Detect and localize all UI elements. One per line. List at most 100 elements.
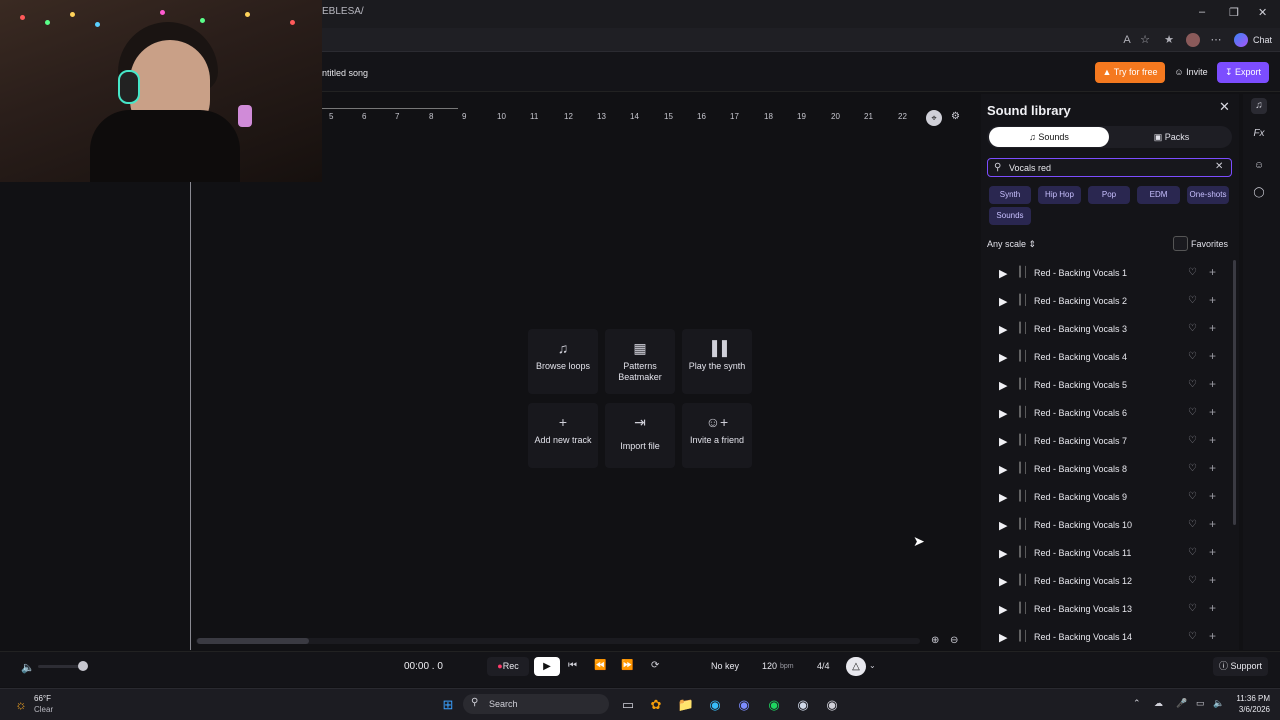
sound-list-item[interactable]: ▶ ┃│ Red - Backing Vocals 1 ♡ +	[991, 262, 1227, 286]
start-tile[interactable]: ▐▐ Play the synth	[682, 329, 752, 394]
ruler-bar-number[interactable]: 7	[395, 112, 399, 121]
sound-list-item[interactable]: ▶ ┃│ Red - Backing Vocals 3 ♡ +	[991, 318, 1227, 342]
sound-list-item[interactable]: ▶ ┃│ Red - Backing Vocals 4 ♡ +	[991, 346, 1227, 370]
playhead[interactable]	[190, 181, 191, 650]
ruler-bar-number[interactable]: 5	[329, 112, 333, 121]
genre-chip[interactable]: EDM	[1137, 186, 1180, 204]
heart-icon[interactable]: ♡	[1188, 379, 1197, 390]
task-view-icon[interactable]: ▭	[619, 696, 637, 714]
heart-icon[interactable]: ♡	[1188, 603, 1197, 614]
sound-list-item[interactable]: ▶ ┃│ Red - Backing Vocals 9 ♡ +	[991, 486, 1227, 510]
loop-icon[interactable]: ⟳	[651, 660, 659, 671]
zoom-in-icon[interactable]: ⊕	[931, 635, 939, 646]
ruler-bar-number[interactable]: 17	[730, 112, 739, 121]
heart-icon[interactable]: ♡	[1188, 491, 1197, 502]
tray-chevron-icon[interactable]: ⌃	[1133, 698, 1141, 709]
tab-packs[interactable]: ▣ Packs	[1113, 127, 1230, 147]
start-tile[interactable]: ☺+ Invite a friend	[682, 403, 752, 468]
file-explorer-icon[interactable]: 📁	[677, 696, 695, 714]
fx-icon[interactable]: Fx	[1251, 126, 1267, 142]
clear-search-icon[interactable]: ✕	[1215, 161, 1223, 172]
song-title[interactable]: ntitled song	[322, 68, 368, 78]
search-value[interactable]: Vocals red	[1009, 163, 1051, 173]
try-for-free-button[interactable]: ▲ Try for free	[1095, 62, 1165, 83]
clock-time[interactable]: 11:36 PM	[1230, 694, 1270, 703]
scale-select[interactable]: Any scale ⇕	[987, 239, 1036, 250]
export-button[interactable]: ↧ Export	[1217, 62, 1269, 83]
support-button[interactable]: ⓘ Support	[1213, 657, 1268, 676]
heart-icon[interactable]: ♡	[1188, 323, 1197, 334]
chevron-down-icon[interactable]: ⌄	[869, 661, 876, 670]
play-icon[interactable]: ▶	[999, 435, 1007, 448]
sound-list-item[interactable]: ▶ ┃│ Red - Backing Vocals 6 ♡ +	[991, 402, 1227, 426]
zoom-out-icon[interactable]: ⊖	[950, 635, 958, 646]
microphone-icon[interactable]: 🎤	[1176, 698, 1187, 709]
obs-icon[interactable]: ◉	[823, 696, 841, 714]
sound-list-item[interactable]: ▶ ┃│ Red - Backing Vocals 13 ♡ +	[991, 598, 1227, 622]
add-icon[interactable]: +	[1209, 405, 1216, 419]
play-button[interactable]: ▶	[534, 657, 560, 676]
key-select[interactable]: No key	[711, 661, 739, 671]
ruler-bar-number[interactable]: 6	[362, 112, 366, 121]
volume-slider-handle[interactable]	[78, 661, 88, 671]
ruler-bar-number[interactable]: 19	[797, 112, 806, 121]
network-icon[interactable]: ▭	[1196, 698, 1205, 709]
steam-icon[interactable]: ◉	[794, 696, 812, 714]
heart-icon[interactable]: ♡	[1188, 351, 1197, 362]
add-icon[interactable]: +	[1209, 321, 1216, 335]
favorite-star-icon[interactable]: ☆	[1138, 33, 1152, 47]
library-scrollbar[interactable]	[1233, 260, 1236, 525]
start-tile[interactable]: ▦ Patterns Beatmaker	[605, 329, 675, 394]
add-icon[interactable]: +	[1209, 293, 1216, 307]
play-icon[interactable]: ▶	[999, 631, 1007, 644]
ruler-bar-number[interactable]: 18	[764, 112, 773, 121]
play-icon[interactable]: ▶	[999, 575, 1007, 588]
add-icon[interactable]: +	[1209, 489, 1216, 503]
favorites-checkbox[interactable]	[1173, 236, 1188, 251]
tray-app-icon[interactable]: ☁	[1154, 698, 1163, 709]
add-icon[interactable]: +	[1209, 545, 1216, 559]
play-icon[interactable]: ▶	[999, 351, 1007, 364]
speaker-icon[interactable]: 🔈	[1213, 698, 1224, 709]
clock-date[interactable]: 3/6/2026	[1230, 705, 1270, 714]
genre-chip[interactable]: Pop	[1088, 186, 1130, 204]
heart-icon[interactable]: ♡	[1188, 463, 1197, 474]
ruler-bar-number[interactable]: 11	[530, 112, 538, 121]
add-icon[interactable]: +	[1209, 461, 1216, 475]
copilot-icon[interactable]	[1234, 33, 1248, 47]
heart-icon[interactable]: ♡	[1188, 295, 1197, 306]
restore-icon[interactable]: ❐	[1229, 6, 1239, 19]
genre-chip[interactable]: One-shots	[1187, 186, 1229, 204]
edge-browser-icon[interactable]: ◉	[706, 696, 724, 714]
add-icon[interactable]: +	[1209, 433, 1216, 447]
start-tile[interactable]: + Add new track	[528, 403, 598, 468]
heart-icon[interactable]: ♡	[1188, 547, 1197, 558]
add-icon[interactable]: +	[1209, 349, 1216, 363]
heart-icon[interactable]: ♡	[1188, 519, 1197, 530]
play-icon[interactable]: ▶	[999, 323, 1007, 336]
copilot-icon[interactable]: ✿	[647, 696, 665, 714]
play-icon[interactable]: ▶	[999, 491, 1007, 504]
collaborators-icon[interactable]: ☺	[1251, 158, 1267, 174]
heart-icon[interactable]: ♡	[1188, 267, 1197, 278]
spotify-icon[interactable]: ◉	[765, 696, 783, 714]
heart-icon[interactable]: ♡	[1188, 435, 1197, 446]
rewind-icon[interactable]: ⏪	[594, 660, 606, 671]
heart-icon[interactable]: ♡	[1188, 631, 1197, 642]
more-icon[interactable]: ⋯	[1209, 33, 1223, 47]
add-icon[interactable]: +	[1209, 629, 1216, 643]
taskbar-search[interactable]	[463, 694, 609, 714]
sound-list-item[interactable]: ▶ ┃│ Red - Backing Vocals 11 ♡ +	[991, 542, 1227, 566]
ruler-bar-number[interactable]: 8	[429, 112, 433, 121]
ruler-bar-number[interactable]: 16	[697, 112, 706, 121]
sound-list-item[interactable]: ▶ ┃│ Red - Backing Vocals 5 ♡ +	[991, 374, 1227, 398]
sound-list-item[interactable]: ▶ ┃│ Red - Backing Vocals 2 ♡ +	[991, 290, 1227, 314]
windows-start-icon[interactable]: ⊞	[439, 696, 457, 714]
genre-chip[interactable]: Sounds	[989, 207, 1031, 225]
ruler-bar-number[interactable]: 12	[564, 112, 573, 121]
horizontal-scrollbar-thumb[interactable]	[197, 638, 309, 644]
add-icon[interactable]: +	[1209, 601, 1216, 615]
ruler-bar-number[interactable]: 14	[630, 112, 639, 121]
settings-icon[interactable]: ⚙	[951, 111, 960, 122]
sound-list-item[interactable]: ▶ ┃│ Red - Backing Vocals 7 ♡ +	[991, 430, 1227, 454]
